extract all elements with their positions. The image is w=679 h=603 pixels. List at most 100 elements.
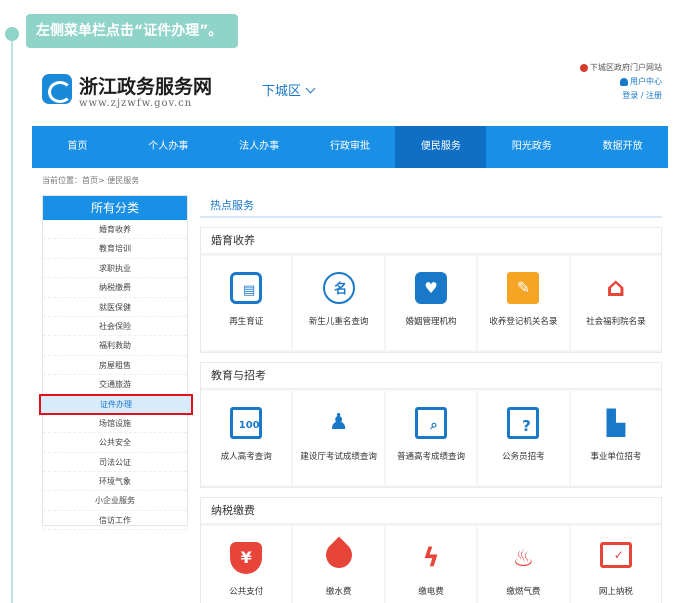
service-tile[interactable]: ✎ 收养登记机关名录 [478, 256, 569, 350]
service-tile-label: 收养登记机关名录 [489, 317, 558, 327]
service-tile[interactable]: ▙ 事业单位招考 [570, 391, 662, 485]
service-tile-label: 婚姻管理机构 [405, 317, 457, 327]
sidebar-item[interactable]: 证件办理 [39, 393, 193, 415]
web-page: 浙江政务服务网 www.zjzwfw.gov.cn 下城区 下城区政府门户网站 … [32, 58, 668, 603]
nav-item[interactable]: 首页 [32, 126, 123, 168]
sidebar-item[interactable]: 小企业服务 [43, 491, 187, 511]
service-tile[interactable]: ϟ 缴电费 [385, 526, 477, 603]
login-link[interactable]: 登录 [622, 91, 638, 100]
sidebar-item[interactable]: 社会保险 [43, 317, 187, 337]
service-tile[interactable]: ⌂ 社会福利院名录 [570, 256, 662, 350]
user-center-link[interactable]: 用户中心 [580, 76, 662, 87]
sidebar-item[interactable]: 纳税缴费 [43, 278, 187, 298]
document-pen-icon: ✎ [507, 272, 540, 304]
service-tile[interactable]: ♟ 建设厅考试成绩查询 [293, 391, 384, 485]
service-tile[interactable]: ¥ 公共支付 [201, 526, 292, 603]
category-sidebar: 所有分类 婚育收养 教育培训 求职执业 纳税缴费 就医保健 社会保险 福利救助 房屋租售 交通旅… [39, 195, 193, 531]
service-tile-label: 成人高考查询 [220, 452, 272, 462]
service-tile[interactable]: ⌕ 普通高考成绩查询 [385, 391, 477, 485]
nav-item[interactable]: 阳光政务 [486, 126, 577, 168]
yuan-shield-icon: ¥ [230, 542, 263, 574]
sidebar-item[interactable]: 婚育收养 [43, 220, 187, 240]
sidebar-item[interactable]: 就医保健 [43, 298, 187, 317]
person-pen-icon: ♟ [328, 410, 349, 435]
sidebar-list: 婚育收养 教育培训 求职执业 纳税缴费 就医保健 社会保险 福利救助 房屋租售 交通旅游 证件办理… [39, 220, 193, 531]
service-tile-label: 建设厅考试成绩查询 [300, 452, 377, 462]
sidebar-item[interactable]: 教育培训 [43, 239, 187, 259]
sidebar-item[interactable]: 信访工作 [43, 511, 187, 531]
service-sections: 婚育收养 ▤ 再生育证 名新生儿重名查询 ♥ 婚姻管理机构 ✎ 收养登记机关名录 ⌂ 社会福利院名… [200, 227, 662, 603]
service-tiles: 100 成人高考查询 ♟ 建设厅考试成绩查询 ⌕ 普通高考成绩查询? 公务员招考 ▙ 事业单位招… [201, 389, 662, 487]
portal-link[interactable]: 下城区政府门户网站 [580, 62, 662, 73]
service-tile-label: 公务员招考 [502, 452, 545, 462]
section-title: 纳税缴费 [201, 498, 661, 524]
service-tile[interactable]: ♨ 缴燃气费 [478, 526, 569, 603]
house-heart-icon: ⌂ [606, 273, 626, 303]
service-tile-label: 缴燃气费 [506, 587, 541, 597]
service-tiles: ¥ 公共支付 缴水费 ϟ 缴电费 ♨ 缴燃气费 ✓ 网上纳税 [201, 524, 662, 603]
sidebar-item[interactable]: 福利救助 [43, 336, 187, 356]
site-header: 浙江政务服务网 www.zjzwfw.gov.cn 下城区 下城区政府门户网站 … [32, 58, 668, 126]
score-100-icon: 100 [230, 407, 263, 439]
sidebar-item[interactable]: 场馆设施 [43, 414, 187, 434]
emblem-icon [580, 63, 588, 72]
service-tile[interactable]: ▤ 再生育证 [201, 256, 292, 350]
couple-icon: ♥ [415, 272, 448, 304]
nav-item[interactable]: 便民服务 [395, 126, 487, 168]
site-url: www.zjzwfw.gov.cn [79, 98, 193, 109]
id-card-icon: ▤ [230, 272, 263, 304]
step-dot-icon [5, 27, 19, 41]
water-drop-icon [320, 536, 357, 574]
user-icon [620, 77, 628, 86]
service-tile[interactable]: ♥ 婚姻管理机构 [385, 256, 477, 350]
main-nav: 首页 个人办事 法人办事 行政审批 便民服务 阳光政务 数据开放 [32, 126, 668, 168]
region-selector[interactable]: 下城区 [262, 80, 316, 99]
sidebar-item[interactable]: 交通旅游 [43, 375, 187, 395]
service-tile-label: 社会福利院名录 [586, 317, 646, 327]
nav-item[interactable]: 法人办事 [214, 126, 305, 168]
service-tile-label: 事业单位招考 [590, 452, 642, 462]
breadcrumb: 当前位置：首页> 便民服务 [42, 176, 140, 185]
question-pen-icon: ? [507, 407, 540, 439]
monitor-icon: ✓ [599, 542, 632, 568]
service-tile[interactable]: 100 成人高考查询 [201, 391, 292, 485]
service-tile[interactable]: ? 公务员招考 [478, 391, 569, 485]
service-section: 婚育收养 ▤ 再生育证 名新生儿重名查询 ♥ 婚姻管理机构 ✎ 收养登记机关名录 ⌂ 社会福利院名… [200, 227, 662, 353]
nav-item[interactable]: 数据开放 [577, 126, 668, 168]
site-title[interactable]: 浙江政务服务网 [79, 72, 212, 99]
service-tile[interactable]: 名新生儿重名查询 [293, 256, 384, 350]
instruction-banner: 左侧菜单栏点击“证件办理”。 [26, 14, 239, 48]
hot-services-title: 热点服务 [200, 195, 662, 218]
section-title: 婚育收养 [201, 228, 661, 254]
sidebar-item[interactable]: 公共安全 [43, 433, 187, 453]
service-tile-label: 再生育证 [229, 317, 264, 327]
service-tile-label: 网上纳税 [598, 587, 633, 597]
sidebar-item[interactable]: 房屋租售 [43, 356, 187, 376]
service-section: 教育与招考 100 成人高考查询 ♟ 建设厅考试成绩查询 ⌕ 普通高考成绩查询? 公务员招考 ▙… [200, 362, 662, 488]
main-content: 热点服务 婚育收养 ▤ 再生育证 名新生儿重名查询 ♥ 婚姻管理机构 ✎ 收养登记机关名录 ⌂ 社… [200, 195, 662, 603]
service-section: 纳税缴费 ¥ 公共支付 缴水费 ϟ 缴电费 ♨ 缴燃气费 ✓ 网上纳税 [200, 497, 662, 603]
chevron-down-icon [305, 83, 316, 94]
name-search-icon: 名 [322, 272, 355, 304]
screenshot-frame: 左侧菜单栏点击“证件办理”。 浙江政务服务网 www.zjzwfw.gov.cn… [0, 0, 679, 603]
header-links: 下城区政府门户网站 用户中心 登录 / 注册 [580, 62, 662, 104]
section-title: 教育与招考 [201, 363, 661, 389]
register-link[interactable]: 注册 [646, 91, 662, 100]
site-logo-icon[interactable] [42, 74, 72, 104]
sidebar-title: 所有分类 [43, 196, 187, 220]
search-document-icon: ⌕ [415, 407, 448, 439]
nav-item[interactable]: 行政审批 [305, 126, 396, 168]
sidebar-item[interactable]: 求职执业 [43, 259, 187, 279]
flame-icon: ♨ [512, 544, 535, 572]
service-tile[interactable]: 缴水费 [293, 526, 384, 603]
service-tile-label: 缴水费 [325, 587, 352, 597]
sidebar-item[interactable]: 环境气象 [43, 472, 187, 492]
service-tile-label: 公共支付 [229, 587, 264, 597]
region-label: 下城区 [262, 84, 302, 99]
step-rail [11, 30, 13, 603]
sidebar-item[interactable]: 司法公证 [43, 453, 187, 473]
nav-item[interactable]: 个人办事 [123, 126, 214, 168]
service-tile[interactable]: ✓ 网上纳税 [570, 526, 662, 603]
service-tile-label: 普通高考成绩查询 [397, 452, 466, 462]
service-tile-label: 新生儿重名查询 [308, 317, 369, 327]
